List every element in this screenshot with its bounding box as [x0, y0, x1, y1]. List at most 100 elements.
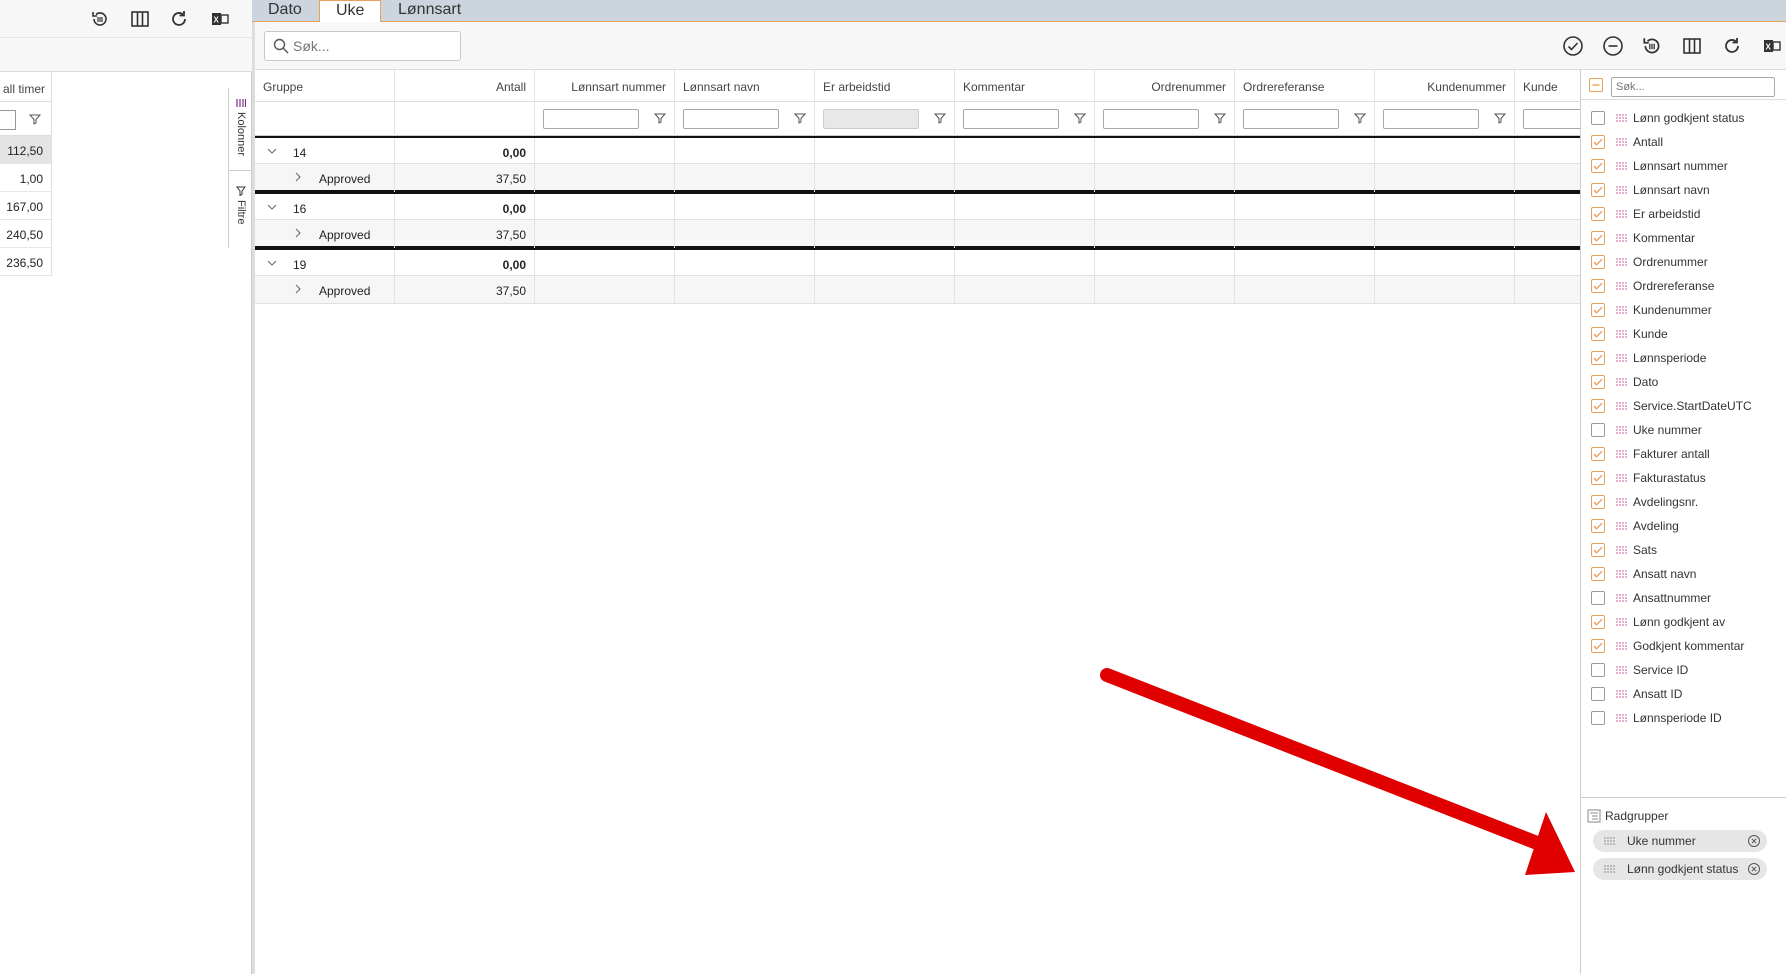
col-header-ordrenummer[interactable]: Ordrenummer — [1095, 70, 1235, 102]
chevron-right-icon[interactable] — [293, 228, 303, 238]
chevron-down-icon[interactable] — [267, 202, 277, 212]
left-row[interactable]: 1,00 — [0, 164, 52, 192]
search-input[interactable] — [293, 38, 453, 54]
column-toggle-item[interactable]: Service.StartDateUTC — [1581, 394, 1781, 418]
drag-handle-icon[interactable] — [1615, 400, 1627, 412]
column-toggle-item[interactable]: Ansatt navn — [1581, 562, 1781, 586]
group-row[interactable]: 19 0,00 — [255, 248, 1587, 278]
drag-handle-icon[interactable] — [1615, 640, 1627, 652]
filter-icon[interactable] — [29, 113, 41, 125]
col-header-antall[interactable]: Antall — [395, 70, 535, 102]
left-filter-input[interactable] — [0, 110, 16, 130]
drag-handle-icon[interactable] — [1615, 352, 1627, 364]
filter-icon[interactable] — [934, 112, 946, 124]
checkbox-unchecked[interactable] — [1591, 423, 1605, 437]
column-toggle-item[interactable]: Lønn godkjent status — [1581, 106, 1781, 130]
column-toggle-item[interactable]: Dato — [1581, 370, 1781, 394]
column-toggle-item[interactable]: Lønnsperiode ID — [1581, 706, 1781, 730]
checkbox-checked[interactable] — [1591, 567, 1605, 581]
drag-handle-icon[interactable] — [1615, 616, 1627, 628]
tab-filtre[interactable]: Filtre — [229, 186, 253, 224]
checkbox-checked[interactable] — [1591, 255, 1605, 269]
drag-handle-icon[interactable] — [1615, 472, 1627, 484]
drag-handle-icon[interactable] — [1615, 160, 1627, 172]
filter-icon[interactable] — [654, 112, 666, 124]
group-row[interactable]: 16 0,00 — [255, 192, 1587, 222]
checkbox-unchecked[interactable] — [1591, 711, 1605, 725]
column-toggle-item[interactable]: Lønnsart navn — [1581, 178, 1781, 202]
checkbox-checked[interactable] — [1591, 183, 1605, 197]
subgroup-row[interactable]: Approved 37,50 — [255, 164, 1587, 192]
select-all-checkbox[interactable] — [1589, 78, 1603, 92]
column-toggle-item[interactable]: Lønnsperiode — [1581, 346, 1781, 370]
col-header-kommentar[interactable]: Kommentar — [955, 70, 1095, 102]
drag-handle-icon[interactable] — [1603, 863, 1615, 875]
column-toggle-item[interactable]: Ordrereferanse — [1581, 274, 1781, 298]
refresh-icon[interactable] — [1720, 34, 1744, 58]
drag-handle-icon[interactable] — [1615, 520, 1627, 532]
checkbox-checked[interactable] — [1591, 495, 1605, 509]
checkbox-checked[interactable] — [1591, 303, 1605, 317]
col-header-kundenummer[interactable]: Kundenummer — [1375, 70, 1515, 102]
filter-icon[interactable] — [794, 112, 806, 124]
drag-handle-icon[interactable] — [1615, 304, 1627, 316]
drag-handle-icon[interactable] — [1603, 835, 1615, 847]
tab-dato[interactable]: Dato — [252, 0, 318, 22]
columns-search-input[interactable] — [1611, 77, 1775, 97]
drag-handle-icon[interactable] — [1615, 136, 1627, 148]
drag-handle-icon[interactable] — [1615, 232, 1627, 244]
drag-handle-icon[interactable] — [1615, 544, 1627, 556]
column-toggle-item[interactable]: Fakturastatus — [1581, 466, 1781, 490]
column-toggle-item[interactable]: Ansatt ID — [1581, 682, 1781, 706]
column-toggle-item[interactable]: Lønn godkjent av — [1581, 610, 1781, 634]
drag-handle-icon[interactable] — [1615, 448, 1627, 460]
chevron-right-icon[interactable] — [293, 284, 303, 294]
checkbox-checked[interactable] — [1591, 231, 1605, 245]
checkbox-checked[interactable] — [1591, 639, 1605, 653]
column-toggle-item[interactable]: Fakturer antall — [1581, 442, 1781, 466]
row-group-chip[interactable]: Uke nummer — [1593, 830, 1767, 852]
remove-chip-icon[interactable] — [1747, 834, 1761, 848]
filter-input[interactable] — [683, 109, 779, 129]
subgroup-row[interactable]: Approved 37,50 — [255, 220, 1587, 248]
col-header-er-arbeidstid[interactable]: Er arbeidstid — [815, 70, 955, 102]
col-header-lonnsart-nummer[interactable]: Lønnsart nummer — [535, 70, 675, 102]
filter-input[interactable] — [543, 109, 639, 129]
drag-handle-icon[interactable] — [1615, 712, 1627, 724]
tab-lonnsart[interactable]: Lønnsart — [382, 0, 477, 22]
filter-icon[interactable] — [1494, 112, 1506, 124]
filter-input[interactable] — [1103, 109, 1199, 129]
filter-icon[interactable] — [1074, 112, 1086, 124]
checkbox-checked[interactable] — [1591, 471, 1605, 485]
drag-handle-icon[interactable] — [1615, 328, 1627, 340]
drag-handle-icon[interactable] — [1615, 688, 1627, 700]
column-toggle-item[interactable]: Uke nummer — [1581, 418, 1781, 442]
filter-icon[interactable] — [1354, 112, 1366, 124]
drag-handle-icon[interactable] — [1615, 208, 1627, 220]
drag-handle-icon[interactable] — [1615, 376, 1627, 388]
col-header-ordrereferanse[interactable]: Ordrereferanse — [1235, 70, 1375, 102]
checkbox-checked[interactable] — [1591, 447, 1605, 461]
column-toggle-item[interactable]: Kundenummer — [1581, 298, 1781, 322]
checkbox-unchecked[interactable] — [1591, 687, 1605, 701]
tab-uke[interactable]: Uke — [319, 0, 382, 23]
refresh-icon[interactable] — [167, 7, 191, 31]
columns-icon[interactable] — [1680, 34, 1704, 58]
excel-export-icon[interactable]: X — [208, 7, 232, 31]
search-box[interactable] — [264, 31, 461, 61]
filter-input[interactable] — [1243, 109, 1339, 129]
column-toggle-item[interactable]: Avdeling — [1581, 514, 1781, 538]
drag-handle-icon[interactable] — [1615, 424, 1627, 436]
group-row[interactable]: 14 0,00 — [255, 136, 1587, 166]
checkbox-checked[interactable] — [1591, 207, 1605, 221]
col-header-gruppe[interactable]: Gruppe — [255, 70, 395, 102]
col-header-kunde[interactable]: Kunde — [1515, 70, 1587, 102]
column-toggle-item[interactable]: Lønnsart nummer — [1581, 154, 1781, 178]
chevron-down-icon[interactable] — [267, 146, 277, 156]
history-icon[interactable] — [88, 7, 112, 31]
drag-handle-icon[interactable] — [1615, 568, 1627, 580]
filter-input[interactable] — [1523, 109, 1587, 129]
checkbox-checked[interactable] — [1591, 399, 1605, 413]
checkbox-checked[interactable] — [1591, 519, 1605, 533]
column-toggle-item[interactable]: Ansattnummer — [1581, 586, 1781, 610]
